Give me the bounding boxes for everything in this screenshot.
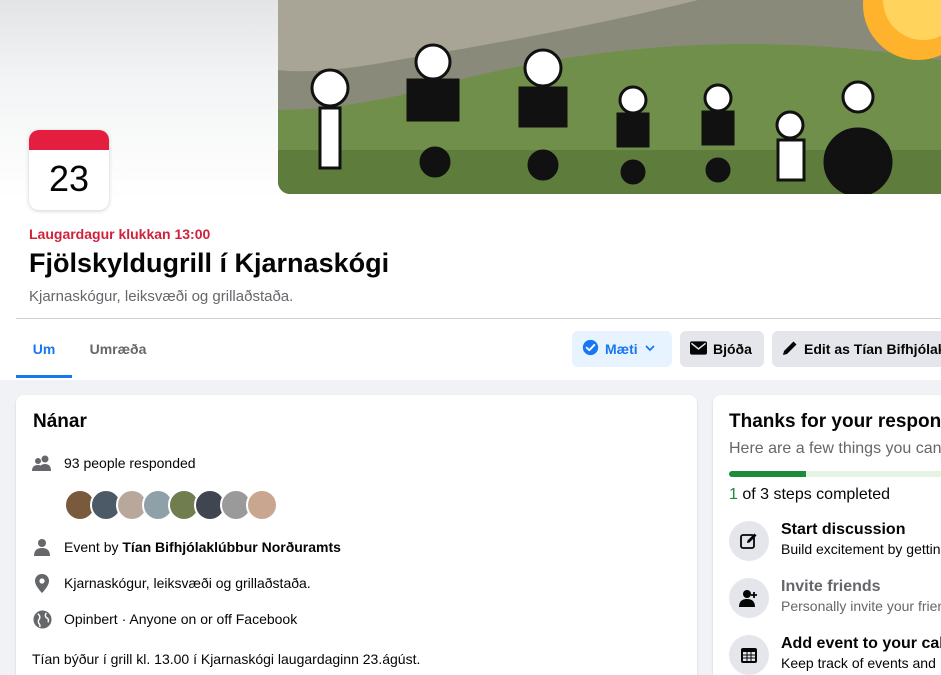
calendar-icon <box>729 635 769 675</box>
going-button[interactable]: Mæti <box>572 331 672 367</box>
step-desc: Personally invite your friends <box>781 598 941 614</box>
privacy-text: Opinbert · Anyone on or off Facebook <box>64 611 298 627</box>
tab-about[interactable]: Um <box>16 320 72 378</box>
event-by-host[interactable]: Tían Bifhjólaklúbbur Norðuramts <box>122 539 341 555</box>
cover-photo[interactable] <box>278 0 941 194</box>
details-title: Nánar <box>33 411 87 432</box>
step-title: Start discussion <box>781 521 906 538</box>
response-subtitle: Here are a few things you can do <box>729 440 941 457</box>
going-label: Mæti <box>605 341 638 357</box>
location-pin-icon <box>32 573 52 593</box>
step-desc: Keep track of events and <box>781 655 936 671</box>
step-title: Add event to your calendar <box>781 635 941 652</box>
response-title: Thanks for your response <box>729 411 941 432</box>
event-title: Fjölskyldugrill í Kjarnaskógi <box>29 248 390 278</box>
tab-about-label: Um <box>32 341 56 357</box>
location-row[interactable]: Kjarnaskógur, leiksvæði og grillaðstaða. <box>32 573 311 593</box>
event-day: 23 <box>48 158 90 199</box>
tab-discussion-label: Umræða <box>89 341 147 357</box>
responded-row[interactable]: 93 people responded <box>32 453 196 473</box>
steps-progress-fill <box>729 471 806 477</box>
event-date-card: 23 <box>29 130 109 210</box>
event-header: 23 Laugardagur klukkan 13:00 Fjölskyldug… <box>0 0 941 380</box>
tab-discussion[interactable]: Umræða <box>78 320 158 378</box>
step-title: Invite friends <box>781 578 881 595</box>
chevron-down-icon <box>644 341 656 357</box>
event-location-subtitle[interactable]: Kjarnaskógur, leiksvæði og grillaðstaða. <box>29 288 293 305</box>
avatar[interactable] <box>246 489 278 521</box>
event-description: Tían býður í grill kl. 13.00 í Kjarnaskó… <box>32 651 421 667</box>
people-icon <box>32 453 52 473</box>
responded-count: 93 people responded <box>64 455 196 471</box>
privacy-row: Opinbert · Anyone on or off Facebook <box>32 609 297 629</box>
location-text: Kjarnaskógur, leiksvæði og grillaðstaða. <box>64 575 311 591</box>
edit-icon <box>729 521 769 561</box>
event-by-prefix: Event by <box>64 539 119 555</box>
steps-completed: 1 of 3 steps completed <box>729 486 890 504</box>
person-add-icon <box>729 578 769 618</box>
steps-progress-bar <box>729 471 941 477</box>
person-icon <box>32 537 52 557</box>
step-start-discussion[interactable]: Start discussion Build excitement by get… <box>729 521 941 561</box>
check-circle-icon <box>582 339 599 359</box>
step-add-to-calendar[interactable]: Add event to your calendar Keep track of… <box>729 635 941 675</box>
envelope-icon <box>690 340 707 358</box>
step-invite-friends[interactable]: Invite friends Personally invite your fr… <box>729 578 941 618</box>
step-desc: Build excitement by getting <box>781 541 941 557</box>
attendee-avatars[interactable] <box>64 489 278 521</box>
steps-done-count: 1 <box>729 486 738 503</box>
event-time: Laugardagur klukkan 13:00 <box>29 226 211 242</box>
response-card: Thanks for your response Here are a few … <box>713 395 941 675</box>
steps-completed-text: of 3 steps completed <box>737 486 890 503</box>
calendar-header <box>29 130 109 150</box>
invite-button[interactable]: Bjóða <box>680 331 764 367</box>
edit-as-label: Edit as Tían Bifhjólaklúbbur Norðuramts <box>804 341 941 357</box>
edit-as-page-button[interactable]: Edit as Tían Bifhjólaklúbbur Norðuramts <box>772 331 941 367</box>
pencil-icon <box>782 340 798 359</box>
header-divider <box>16 318 941 319</box>
details-card: Nánar 93 people responded Event by Tían … <box>16 395 697 675</box>
globe-icon <box>32 609 52 629</box>
invite-label: Bjóða <box>713 341 752 357</box>
event-by-row: Event by Tían Bifhjólaklúbbur Norðuramts <box>32 537 341 557</box>
